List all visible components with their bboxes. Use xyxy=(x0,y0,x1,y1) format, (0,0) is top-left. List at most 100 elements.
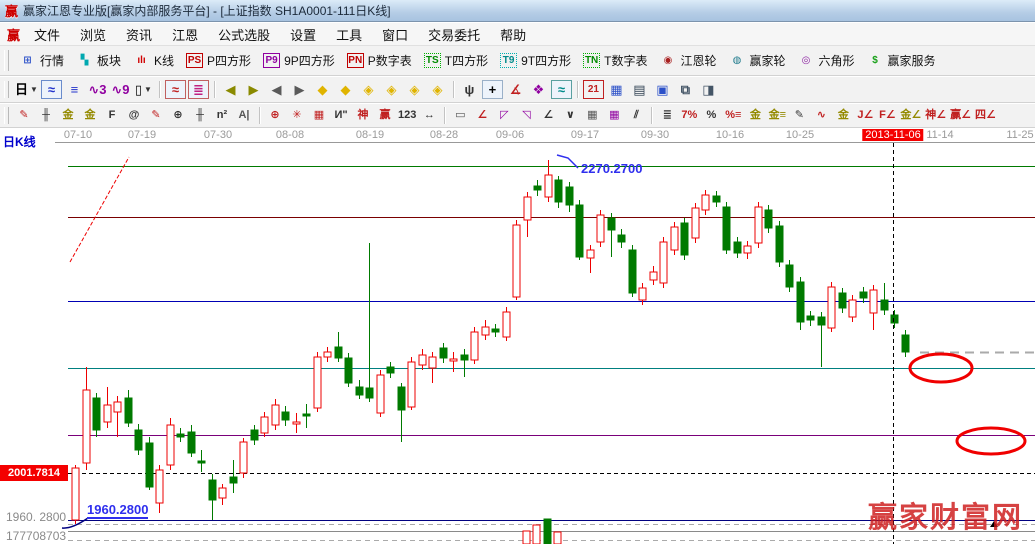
shen-gate-tool[interactable]: 神 xyxy=(353,107,373,124)
gold-gate-tool[interactable]: 金 xyxy=(58,107,78,124)
si-angle-tool[interactable]: 四∠ xyxy=(974,107,997,124)
n-wave-tool[interactable]: И" xyxy=(331,107,351,124)
grid-net-tool[interactable]: ▦ xyxy=(582,107,602,124)
crosshair-tool[interactable]: + xyxy=(482,80,503,99)
menu-item-9[interactable]: 帮助 xyxy=(490,23,536,46)
diamond-vertical-button[interactable]: ◈ xyxy=(404,80,425,99)
diamond-left-button[interactable]: ◆ xyxy=(312,80,333,99)
info-doc-button[interactable]: ≡ xyxy=(64,80,85,99)
toolbar-grip[interactable] xyxy=(4,50,9,70)
shen-angle-tool[interactable]: 神∠ xyxy=(924,107,947,124)
ying-gate-tool[interactable]: 赢 xyxy=(375,107,395,124)
quotes-button[interactable]: ⊞行情 xyxy=(13,49,70,72)
measure-pencil-tool[interactable]: ✎ xyxy=(146,107,166,124)
gold-gate2-tool[interactable]: 金 xyxy=(80,107,100,124)
menu-item-4[interactable]: 公式选股 xyxy=(208,23,280,46)
volume-profile-button[interactable]: ≣ xyxy=(188,80,209,99)
grid-lines-tool[interactable]: ╫ xyxy=(36,107,56,124)
percent-lines-tool[interactable]: %≡ xyxy=(723,107,743,124)
menu-item-0[interactable]: 文件 xyxy=(24,23,70,46)
kline-button[interactable]: ılıK线 xyxy=(127,49,180,72)
grid-net2-tool[interactable]: ▦ xyxy=(604,107,624,124)
span-measure-tool[interactable]: ↔ xyxy=(419,107,439,124)
menu-item-5[interactable]: 设置 xyxy=(280,23,326,46)
menu-item-8[interactable]: 交易委托 xyxy=(418,23,490,46)
winner-wheel-button[interactable]: ◍赢家轮 xyxy=(722,49,791,72)
calendar-button[interactable]: 21 xyxy=(583,80,604,99)
minute3-chart-button[interactable]: ∿3 xyxy=(87,80,108,99)
box-select-tool[interactable]: ▭ xyxy=(450,107,470,124)
zigzag-tool[interactable]: ∨ xyxy=(560,107,580,124)
a-line-tool[interactable]: A| xyxy=(234,107,254,124)
menu-item-2[interactable]: 资讯 xyxy=(116,23,162,46)
diamond-right-button[interactable]: ◆ xyxy=(335,80,356,99)
pencil-tool[interactable]: ✎ xyxy=(14,107,34,124)
t-square-button[interactable]: TST四方形 xyxy=(418,49,494,72)
menu-item-6[interactable]: 工具 xyxy=(326,23,372,46)
fib-gate-tool[interactable]: F xyxy=(102,107,122,124)
hash-tool[interactable]: ╫ xyxy=(190,107,210,124)
hand-tool[interactable]: ψ xyxy=(459,80,480,99)
next-bar-button[interactable]: ▶ xyxy=(289,80,310,99)
circle-cross-tool[interactable]: ⊕ xyxy=(265,107,285,124)
diamond-compress-button[interactable]: ◈ xyxy=(358,80,379,99)
prev-bar-button[interactable]: ◀ xyxy=(266,80,287,99)
toolbar-grip[interactable] xyxy=(4,107,9,123)
angle-lines-tool[interactable]: ∠ xyxy=(538,107,558,124)
9t-square-button[interactable]: T99T四方形 xyxy=(494,49,577,72)
percent7-tool[interactable]: 7% xyxy=(679,107,699,124)
spiral-tool[interactable]: @ xyxy=(124,107,144,124)
remote-button[interactable]: ◨ xyxy=(698,80,719,99)
candlestick-chart[interactable] xyxy=(0,142,1035,544)
p-digit-table-button[interactable]: PNP数字表 xyxy=(341,49,418,72)
j-angle-tool[interactable]: J∠ xyxy=(855,107,875,124)
star-circle-tool[interactable]: ✳ xyxy=(287,107,307,124)
hexagon-button[interactable]: ◎六角形 xyxy=(792,49,861,72)
save-button[interactable]: ▣ xyxy=(652,80,673,99)
gann-wheel-button[interactable]: ◉江恩轮 xyxy=(653,49,722,72)
first-bar-button[interactable]: ◀ xyxy=(220,80,241,99)
sectors-button[interactable]: ▚板块 xyxy=(70,49,127,72)
gold-lines-tool[interactable]: 金≡ xyxy=(767,107,787,124)
winner-service-button-label: 赢家服务 xyxy=(888,52,936,69)
gann-fan-tool[interactable]: ∠ xyxy=(472,107,492,124)
gold-angle-tool[interactable]: 金∠ xyxy=(899,107,922,124)
gann-draw-red-tool[interactable]: ≈ xyxy=(165,80,186,99)
export-button[interactable]: ⧉ xyxy=(675,80,696,99)
toolbar-grip[interactable] xyxy=(4,81,9,99)
fan-box2-tool[interactable]: ◹ xyxy=(516,107,536,124)
diamond-all-button[interactable]: ◈ xyxy=(427,80,448,99)
9p-square-button[interactable]: P99P四方形 xyxy=(257,49,341,72)
period-day-selector[interactable]: 日▼ xyxy=(14,80,39,99)
gold-underline-tool[interactable]: 金 xyxy=(833,107,853,124)
ruler-tool[interactable]: 123 xyxy=(397,107,417,124)
wave2-tool[interactable]: ∿ xyxy=(811,107,831,124)
parallel-lines-tool[interactable]: ⫽ xyxy=(626,107,646,124)
winner-service-button[interactable]: $赢家服务 xyxy=(861,49,942,72)
square-web-tool[interactable]: ▦ xyxy=(309,107,329,124)
last-bar-button[interactable]: ▶ xyxy=(243,80,264,99)
fan-box-tool[interactable]: ◸ xyxy=(494,107,514,124)
region-tool[interactable]: ❖ xyxy=(528,80,549,99)
percent-tool[interactable]: % xyxy=(701,107,721,124)
n-square-tool[interactable]: n² xyxy=(212,107,232,124)
minute9-chart-button[interactable]: ∿9 xyxy=(110,80,131,99)
angle-measure-tool[interactable]: ∡ xyxy=(505,80,526,99)
calculator-button[interactable]: ▦ xyxy=(606,80,627,99)
gann-draw-blue-tool[interactable]: ≈ xyxy=(41,80,62,99)
menu-item-3[interactable]: 江恩 xyxy=(162,23,208,46)
p-square-button[interactable]: PSP四方形 xyxy=(180,49,257,72)
time-circle-tool[interactable]: ⊕ xyxy=(168,107,188,124)
ying-angle-tool[interactable]: 赢∠ xyxy=(949,107,972,124)
channel-tool[interactable]: ≣ xyxy=(657,107,677,124)
brush-tool[interactable]: ✎ xyxy=(789,107,809,124)
memo-button[interactable]: ▤ xyxy=(629,80,650,99)
gold-circle-tool[interactable]: 金 xyxy=(745,107,765,124)
wave-draw-teal-tool[interactable]: ≈ xyxy=(551,80,572,99)
candle-style-selector[interactable]: ▯▼ xyxy=(133,80,154,99)
t-digit-table-button[interactable]: TNT数字表 xyxy=(577,49,653,72)
f-angle-tool[interactable]: F∠ xyxy=(877,107,897,124)
diamond-expand-button[interactable]: ◈ xyxy=(381,80,402,99)
menu-item-1[interactable]: 浏览 xyxy=(70,23,116,46)
menu-item-7[interactable]: 窗口 xyxy=(372,23,418,46)
